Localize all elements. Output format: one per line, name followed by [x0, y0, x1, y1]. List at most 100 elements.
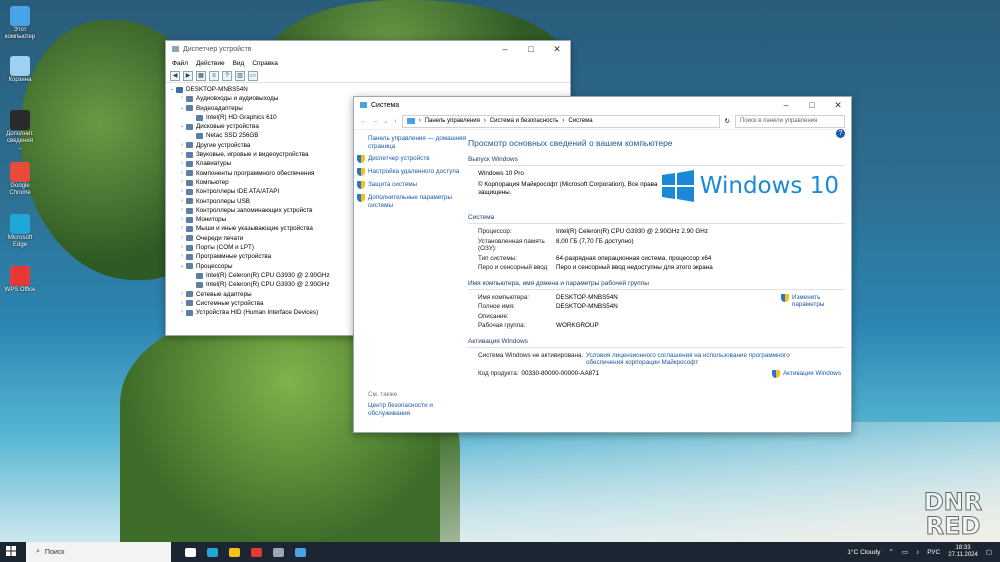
desktop-icon[interactable]: Google Chrome — [4, 162, 36, 197]
notifications-icon[interactable]: ▢ — [986, 548, 992, 556]
activate-windows-link[interactable]: Активация Windows — [771, 369, 841, 378]
menu-item[interactable]: Справка — [252, 60, 278, 67]
left-nav-link[interactable]: Защита системы — [357, 181, 476, 189]
help-icon[interactable]: ? — [836, 129, 845, 138]
address-bar[interactable]: › Панель управления › Система и безопасност… — [401, 114, 720, 128]
taskbar-search[interactable]: ⌕ Поиск — [26, 542, 171, 562]
expander-icon[interactable]: › — [178, 187, 186, 196]
expander-icon[interactable]: › — [178, 197, 186, 206]
properties-icon[interactable]: ▦ — [196, 70, 206, 81]
menu-item[interactable]: Действие — [196, 60, 225, 67]
search-input[interactable]: Поиск в панели управления — [735, 114, 845, 128]
device-manager-titlebar[interactable]: Диспетчер устройств – □ ✕ — [166, 41, 570, 57]
expander-icon[interactable]: ⌄ — [178, 122, 186, 131]
expander-icon[interactable]: › — [178, 224, 186, 233]
desktop-icon[interactable]: WPS Office — [4, 266, 36, 294]
view-icon[interactable]: ▥ — [235, 70, 245, 81]
refresh-icon[interactable]: ↻ — [725, 117, 730, 125]
desktop-icon[interactable]: Этот компьютер — [4, 6, 36, 41]
device-manager-icon — [172, 46, 179, 52]
up-icon[interactable]: ↑ — [393, 118, 396, 125]
close-button[interactable]: ✕ — [825, 100, 851, 111]
maximize-button[interactable]: □ — [799, 100, 825, 111]
tree-node-label: Системные устройства — [196, 299, 264, 307]
expander-icon[interactable]: › — [178, 169, 186, 178]
forward-icon[interactable]: ▶ — [183, 70, 193, 81]
license-link[interactable]: Условия лицензионного соглашения на испо… — [586, 352, 806, 367]
menu-item[interactable]: Вид — [233, 60, 245, 67]
expander-icon[interactable]: › — [178, 178, 186, 187]
back-icon[interactable]: ◀ — [170, 70, 180, 81]
help-icon[interactable]: ? — [222, 70, 232, 81]
product-code-label: Код продукта: — [478, 369, 519, 377]
desktop-icon[interactable]: Дополнит. сведения ... — [4, 110, 36, 152]
network-icon[interactable]: ▭ — [902, 548, 908, 556]
start-button[interactable] — [0, 546, 22, 558]
explorer-taskbar-button[interactable] — [223, 542, 245, 562]
left-nav-link-label: Дополнительные параметры системы — [368, 194, 453, 209]
weather-widget[interactable]: 1°C Cloudy — [847, 549, 880, 556]
task-view-icon — [184, 547, 196, 557]
list-icon[interactable]: ≡ — [209, 70, 219, 81]
change-settings-link[interactable]: Изменить параметры — [781, 293, 831, 309]
expander-icon[interactable]: › — [178, 215, 186, 224]
left-nav-link[interactable]: Настройка удаленного доступа — [357, 168, 476, 176]
monitor-icon[interactable]: ▭ — [248, 70, 258, 81]
expander-icon[interactable]: › — [178, 308, 186, 317]
menu-item[interactable]: Файл — [172, 60, 188, 67]
desktop-icon[interactable]: Корзина — [4, 56, 36, 84]
tree-node[interactable]: ⌄ DESKTOP-MNBS54N — [168, 85, 568, 94]
window-title: Диспетчер устройств — [183, 45, 252, 53]
expander-icon[interactable]: › — [178, 150, 186, 159]
breadcrumb-item[interactable]: Панель управления — [425, 118, 480, 124]
expander-icon[interactable]: ⌄ — [168, 85, 176, 94]
expander-icon[interactable]: › — [178, 243, 186, 252]
expander-icon[interactable]: › — [178, 234, 186, 243]
device-category-icon — [186, 95, 193, 102]
control-panel-home-link[interactable]: Панель управления — домашняя страница — [368, 135, 476, 150]
clock[interactable]: 18:33 27.11.2024 — [948, 545, 978, 559]
control-panel-taskbar-button[interactable] — [289, 542, 311, 562]
info-value: 64-разрядная операционная система, проце… — [556, 254, 712, 262]
app-icon — [10, 162, 30, 182]
device-category-icon — [186, 198, 193, 205]
security-center-link[interactable]: Центр безопасности и обслуживания — [368, 402, 476, 417]
edge-taskbar-button[interactable] — [201, 542, 223, 562]
forward-icon[interactable]: → — [372, 118, 379, 125]
expander-icon[interactable]: › — [178, 252, 186, 261]
expander-icon[interactable]: › — [178, 159, 186, 168]
system-window[interactable]: Система – □ ✕ ← → ⌄ ↑ › Панель управления… — [353, 96, 852, 433]
expander-icon[interactable]: ⌄ — [178, 104, 186, 113]
back-icon[interactable]: ← — [360, 118, 367, 125]
volume-icon[interactable]: ♪ — [916, 549, 919, 556]
expander-icon[interactable]: ⌄ — [178, 262, 186, 271]
activation-section-title: Активация Windows — [468, 338, 845, 348]
desktop-icon-label: Корзина — [8, 77, 32, 83]
device-category-icon — [196, 114, 203, 121]
device-manager-taskbar-button[interactable] — [267, 542, 289, 562]
left-nav-link[interactable]: Дополнительные параметры системы — [357, 194, 476, 209]
tray-chevron-icon[interactable]: ⌃ — [888, 548, 893, 556]
tree-node-label: Контроллеры запоминающих устройств — [196, 206, 313, 214]
breadcrumb-item[interactable]: Система — [568, 118, 592, 124]
expander-icon[interactable]: › — [178, 290, 186, 299]
control-panel-icon — [294, 547, 306, 557]
expander-icon[interactable]: › — [178, 299, 186, 308]
expander-icon[interactable]: › — [178, 206, 186, 215]
system-titlebar[interactable]: Система – □ ✕ — [354, 97, 851, 113]
task-view-taskbar-button[interactable] — [179, 542, 201, 562]
minimize-button[interactable]: – — [773, 100, 799, 111]
language-indicator[interactable]: РУС — [927, 549, 940, 556]
close-button[interactable]: ✕ — [544, 44, 570, 55]
maximize-button[interactable]: □ — [518, 44, 544, 55]
toolbar: ◀ ▶ ▦ ≡ ? ▥ ▭ — [166, 69, 570, 83]
minimize-button[interactable]: – — [492, 44, 518, 55]
expander-icon[interactable]: › — [178, 94, 186, 103]
desktop-icon[interactable]: Microsoft Edge — [4, 214, 36, 249]
explorer-icon — [228, 547, 240, 557]
left-nav-link[interactable]: Диспетчер устройств — [357, 155, 476, 163]
store-taskbar-button[interactable] — [245, 542, 267, 562]
expander-icon[interactable]: › — [178, 141, 186, 150]
chevron-down-icon[interactable]: ⌄ — [383, 117, 388, 125]
breadcrumb-item[interactable]: Система и безопасность — [490, 118, 559, 124]
